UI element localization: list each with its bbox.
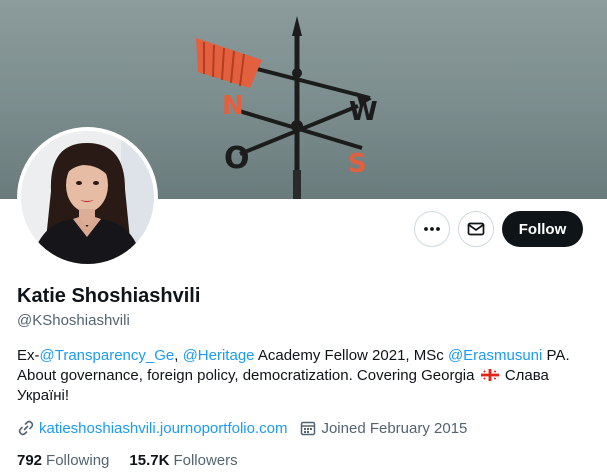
joined-date: Joined February 2015 <box>321 419 468 437</box>
svg-text:S: S <box>348 149 367 179</box>
joined-item: Joined February 2015 <box>299 419 467 437</box>
profile-stats: 792 Following 15.7K Followers <box>17 452 238 469</box>
followers-label: Followers <box>173 452 238 469</box>
more-icon <box>424 227 440 231</box>
profile-handle: @KShoshiashvili <box>17 312 130 329</box>
svg-text:O: O <box>224 141 250 176</box>
website-item[interactable]: katieshoshiashvili.journoportfolio.com <box>17 419 287 437</box>
mention-heritage[interactable]: @Heritage <box>183 347 255 364</box>
envelope-icon <box>467 222 485 236</box>
profile-bio: Ex-@Transparency_Ge, @Heritage Academy F… <box>17 346 587 406</box>
following-link[interactable]: 792 Following <box>17 452 109 469</box>
bio-text: Academy Fellow 2021, MSc <box>254 347 448 364</box>
followers-link[interactable]: 15.7K Followers <box>129 452 237 469</box>
bio-text: Ex- <box>17 347 40 364</box>
svg-text:W: W <box>349 97 378 127</box>
following-label: Following <box>46 452 110 469</box>
avatar[interactable] <box>17 127 158 268</box>
followers-count: 15.7K <box>129 452 170 469</box>
svg-text:N: N <box>222 91 244 121</box>
following-count: 792 <box>17 452 43 469</box>
calendar-icon <box>299 419 317 437</box>
mention-transparency-ge[interactable]: @Transparency_Ge <box>40 347 175 364</box>
mention-erasmusuni[interactable]: @Erasmusuni <box>448 347 542 364</box>
profile-meta: katieshoshiashvili.journoportfolio.com J… <box>17 418 467 438</box>
message-button[interactable] <box>458 211 494 247</box>
more-button[interactable] <box>414 211 450 247</box>
georgia-flag-icon <box>480 369 499 381</box>
follow-button[interactable]: Follow <box>502 211 583 247</box>
website-link[interactable]: katieshoshiashvili.journoportfolio.com <box>39 420 287 437</box>
bio-text: , <box>174 347 183 364</box>
link-icon <box>17 419 35 437</box>
profile-name: Katie Shoshiashvili <box>17 285 201 307</box>
avatar-photo <box>21 131 154 264</box>
